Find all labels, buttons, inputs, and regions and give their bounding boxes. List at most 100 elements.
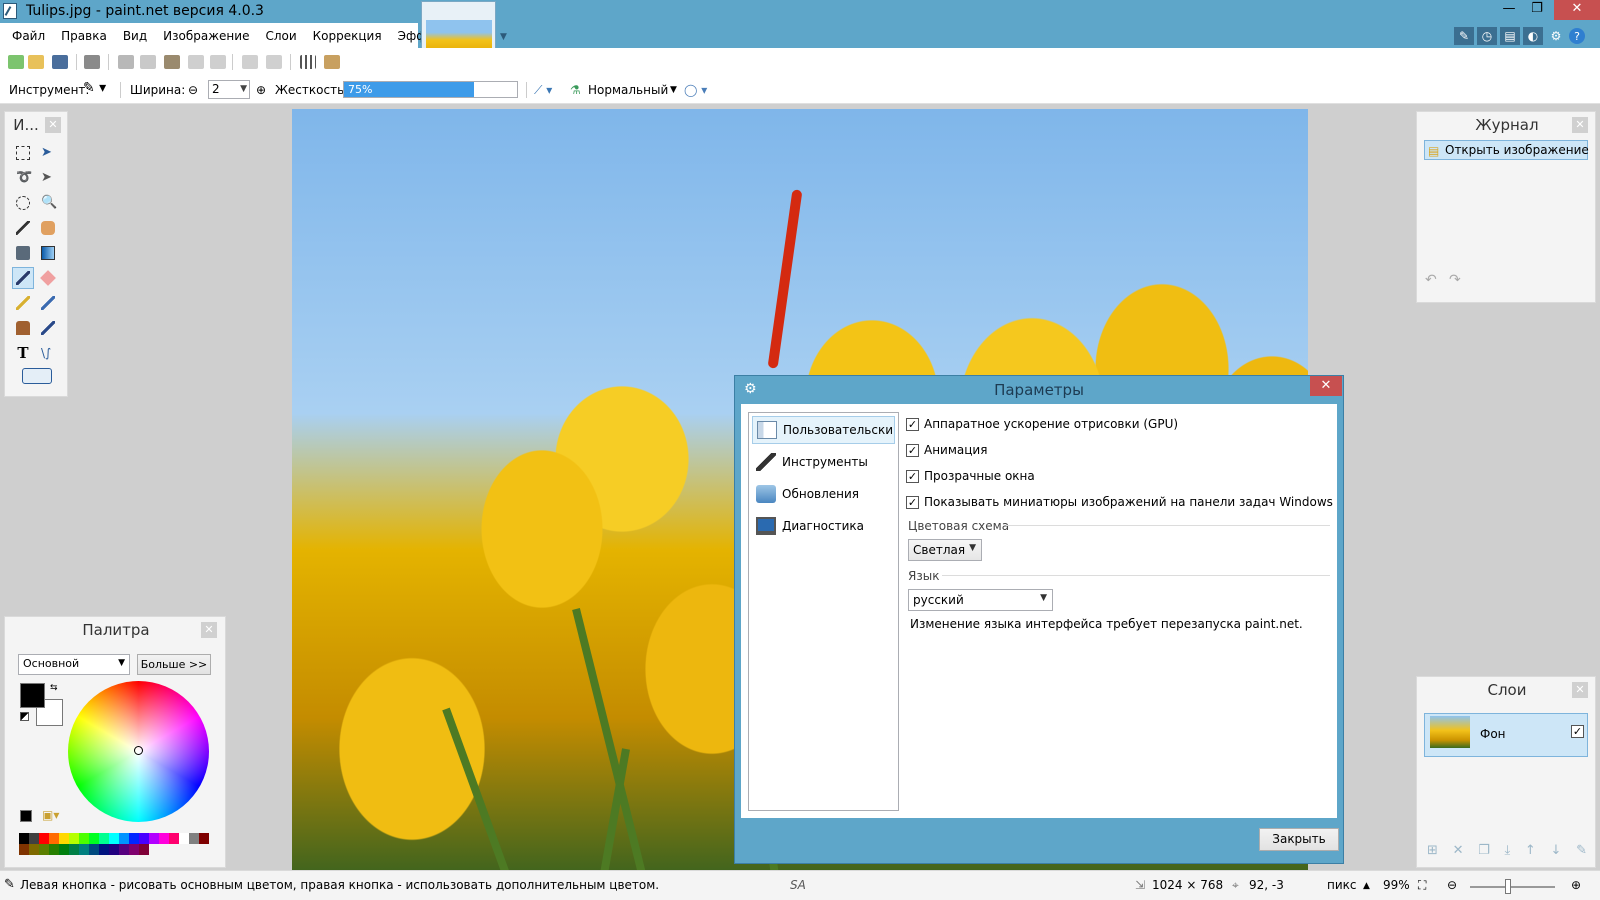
palette-swatch[interactable] [39,844,49,855]
help-icon[interactable]: ? [1569,28,1585,44]
reset-colors-icon[interactable] [20,712,29,721]
layer-properties-icon[interactable]: ✎ [1576,843,1587,858]
close-icon[interactable]: ✕ [1572,682,1588,698]
menu-image[interactable]: Изображение [155,29,257,43]
palette-swatch[interactable] [169,833,179,844]
color-scheme-select[interactable]: Светлая ▼ [908,539,982,561]
nav-item-diagnostics[interactable]: Диагностика [752,512,895,540]
magic-wand-tool[interactable] [12,217,34,239]
swap-colors-icon[interactable]: ⇆ [50,683,58,693]
palette-swatch[interactable] [139,833,149,844]
line-curve-tool[interactable]: \∫ [37,342,59,364]
palette-swatch[interactable] [119,844,129,855]
palette-select[interactable]: Основной ▼ [18,654,130,675]
taskbar-thumbnails-checkbox[interactable]: ✓ [906,496,919,509]
width-increase-icon[interactable]: ⊕ [256,83,266,97]
clone-stamp-tool[interactable] [12,317,34,339]
hardness-slider[interactable]: 75% [343,81,518,98]
zoom-slider-track[interactable] [1470,886,1555,888]
close-window-button[interactable]: ✕ [1554,0,1600,20]
settings-gear-icon[interactable]: ⚙ [1546,27,1566,45]
palette-swatch[interactable] [19,833,29,844]
palette-swatch[interactable] [189,833,199,844]
lasso-select-tool[interactable]: ➰ [12,167,34,189]
width-combo[interactable]: 2 ▼ [208,80,250,99]
palette-swatch[interactable] [99,833,109,844]
cut-icon[interactable] [118,55,134,69]
grid-icon[interactable] [300,55,316,69]
palette-swatch[interactable] [59,844,69,855]
move-selected-tool[interactable]: ➤ [37,142,59,164]
palette-swatch[interactable] [79,844,89,855]
move-layer-up-icon[interactable]: ↑ [1525,843,1536,858]
palette-swatch[interactable] [119,833,129,844]
duplicate-layer-icon[interactable]: ❐ [1478,843,1490,858]
palette-swatch[interactable] [149,833,159,844]
save-icon[interactable] [52,55,68,69]
palette-swatch[interactable] [109,844,119,855]
zoom-tool[interactable]: 🔍 [37,192,59,214]
primary-color-swatch[interactable] [20,683,45,708]
shapes-tool[interactable] [20,365,54,387]
pencil-tool[interactable] [12,292,34,314]
open-file-icon[interactable] [28,55,44,69]
color-wheel-cursor[interactable] [134,746,143,755]
nav-item-user-interface[interactable]: Пользовательский интерфейс [752,416,895,444]
menu-adjustments[interactable]: Коррекция [305,29,390,43]
restore-button[interactable]: ❐ [1524,0,1550,20]
palette-swatch[interactable] [19,844,29,855]
antialiasing-icon[interactable]: ⟋ ▾ [534,83,552,98]
menu-view[interactable]: Вид [115,29,155,43]
move-layer-down-icon[interactable]: ↓ [1550,843,1561,858]
gradient-tool[interactable] [37,242,59,264]
zoom-value[interactable]: 99% [1383,878,1410,892]
menu-file[interactable]: Файл [4,29,53,43]
palette-swatches[interactable] [19,833,209,855]
delete-layer-icon[interactable]: ✕ [1453,843,1464,858]
layer-visibility-checkbox[interactable]: ✓ [1571,725,1584,738]
zoom-to-window-icon[interactable]: ⛶ [1418,878,1426,893]
tab-list-arrow-icon[interactable]: ▼ [500,32,507,42]
redo-icon[interactable] [266,55,282,69]
dialog-close-text-button[interactable]: Закрыть [1259,828,1339,851]
animation-checkbox[interactable]: ✓ [906,444,919,457]
close-icon[interactable]: ✕ [1572,117,1588,133]
selection-mode-icon[interactable]: ◯ ▾ [684,83,707,97]
rulers-icon[interactable] [324,55,340,69]
move-selection-tool[interactable]: ➤ [37,167,59,189]
palette-swatch[interactable] [89,844,99,855]
palette-swatch[interactable] [59,833,69,844]
palette-swatch[interactable] [79,833,89,844]
rectangle-select-tool[interactable] [12,142,34,164]
menu-layers[interactable]: Слои [257,29,304,43]
more-colors-button[interactable]: Больше >> [137,654,211,675]
palette-swatch[interactable] [89,833,99,844]
ellipse-select-tool[interactable] [12,192,34,214]
zoom-out-icon[interactable]: ⊖ [1447,878,1457,892]
close-icon[interactable]: ✕ [201,622,217,638]
paintbrush-tool[interactable] [12,267,34,289]
palette-swatch[interactable] [69,844,79,855]
layers-window-toggle-icon[interactable]: ▤ [1500,27,1520,45]
language-select[interactable]: русский ▼ [908,589,1053,611]
palette-swatch[interactable] [99,844,109,855]
width-decrease-icon[interactable]: ⊖ [188,83,198,97]
add-layer-icon[interactable]: ⊞ [1427,843,1438,858]
print-icon[interactable] [84,55,100,69]
zoom-in-icon[interactable]: ⊕ [1571,878,1581,892]
nav-item-updates[interactable]: Обновления [752,480,895,508]
history-item-open-image[interactable]: ▤ Открыть изображение [1424,140,1589,160]
deselect-icon[interactable] [210,55,226,69]
paintbrush-tool-selector-icon[interactable]: ✎ ▾ [83,80,106,96]
new-image-icon[interactable] [8,55,24,69]
paint-bucket-tool[interactable] [12,242,34,264]
palette-swatch[interactable] [199,833,209,844]
redo-arrow-icon[interactable]: ↷ [1449,272,1461,288]
copy-icon[interactable] [140,55,156,69]
minimize-button[interactable]: — [1496,0,1522,20]
palette-swatch[interactable] [179,833,189,844]
units-selector[interactable]: пикс [1327,878,1357,892]
palette-swatch[interactable] [129,833,139,844]
history-window-toggle-icon[interactable]: ◷ [1477,27,1497,45]
palette-swatch[interactable] [39,833,49,844]
